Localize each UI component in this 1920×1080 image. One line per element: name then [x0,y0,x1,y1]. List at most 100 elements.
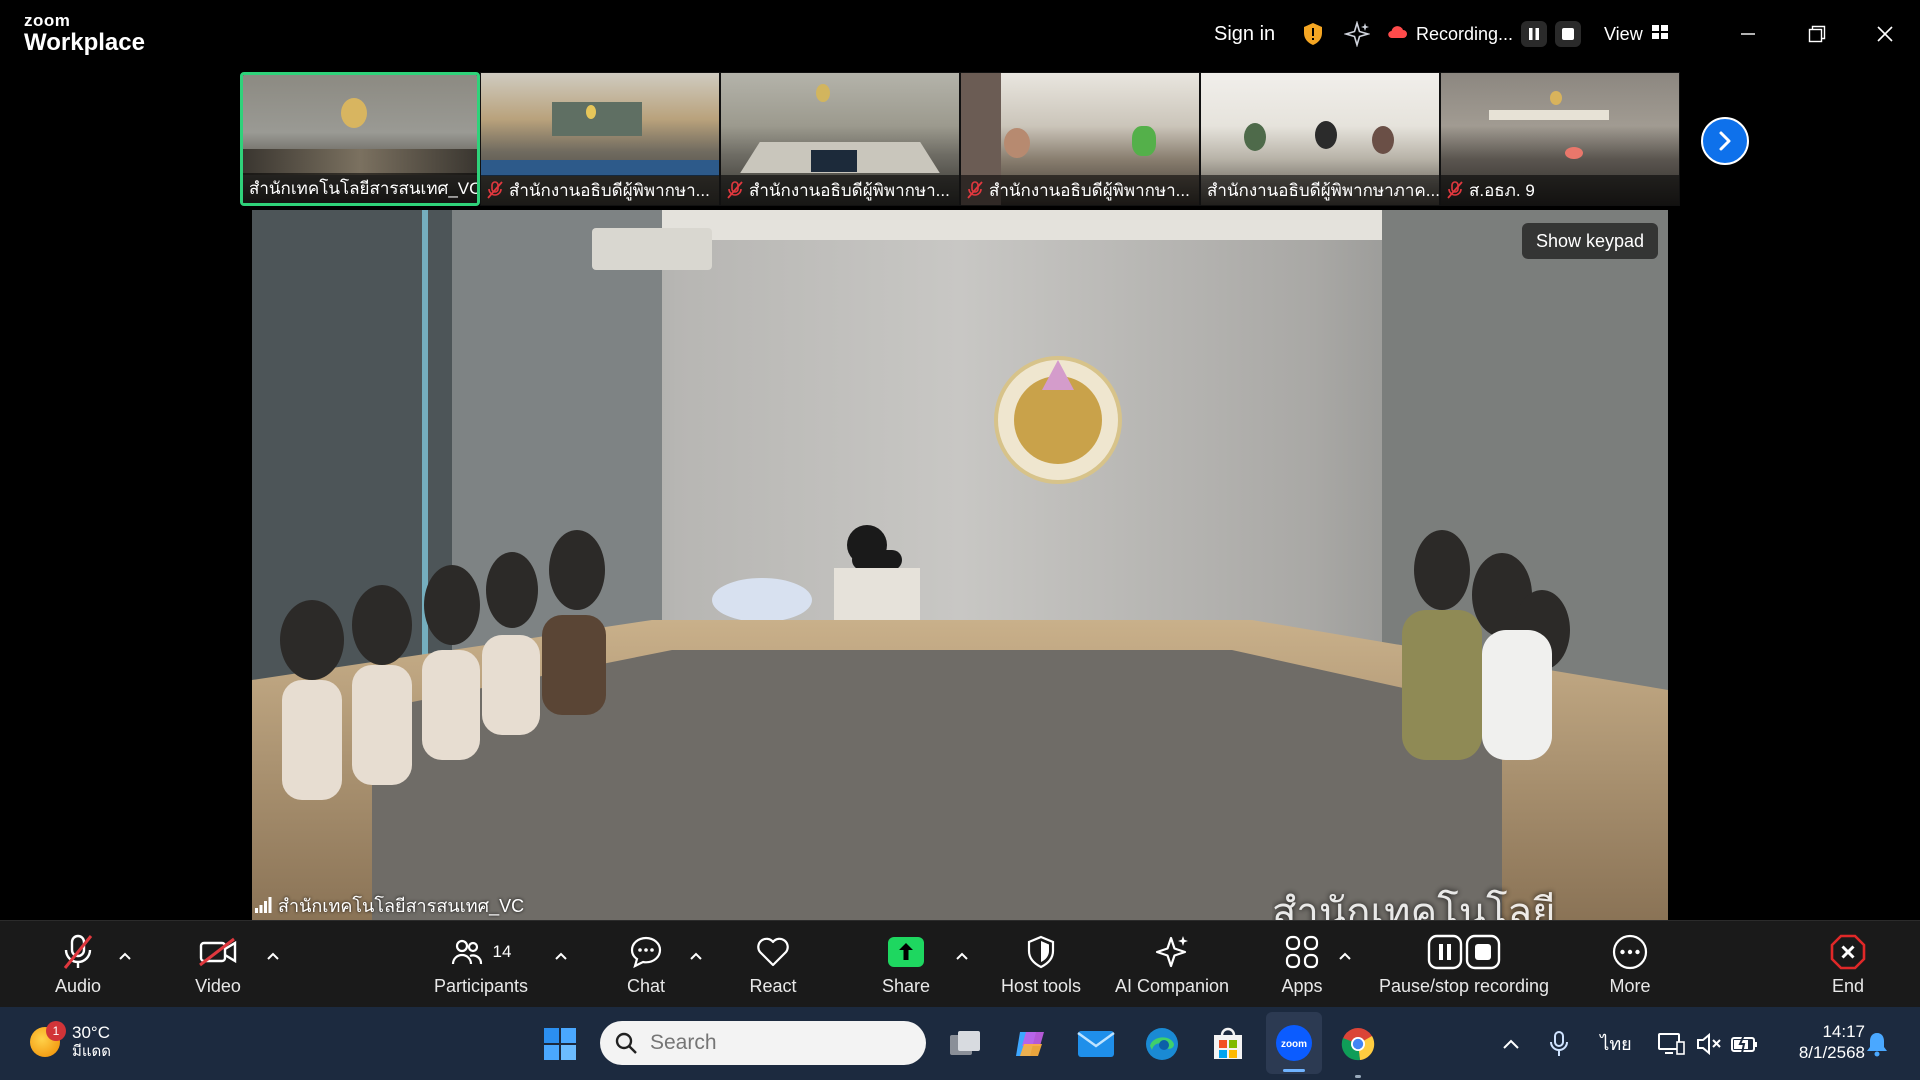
end-button[interactable]: End [1808,921,1888,1008]
video-overlay-text: สำนักเทคโนโลยี [1272,891,1556,920]
muted-mic-icon [727,181,743,199]
network-tray-button[interactable] [1656,1007,1686,1080]
store-button[interactable] [1206,1007,1250,1080]
participant-filmstrip: สำนักเทคโนโลยีสารสนเทศ_VC สำนักงานอธิบดี… [240,72,1680,206]
mail-icon [1077,1030,1115,1057]
chat-button[interactable]: Chat [606,921,686,1008]
zoom-window: zoom Workplace Sign in Recording... View [0,0,1920,1080]
participants-group: 14 [451,932,512,972]
notifications-button[interactable] [1862,1007,1892,1080]
chat-options-caret[interactable] [687,947,705,965]
host-tools-button[interactable]: Host tools [996,921,1086,1008]
react-button[interactable]: React [733,921,813,1008]
video-off-icon [198,932,238,972]
audio-button[interactable]: Audio [38,921,118,1008]
volume-tray-button[interactable] [1694,1007,1724,1080]
video-tile[interactable]: สำนักงานอธิบดีผู้พิพากษาภาค... [1200,72,1440,206]
speaker-name: สำนักเทคโนโลยีสารสนเทศ_VC [278,895,525,916]
ai-companion-button[interactable]: AI Companion [1110,921,1234,1008]
zoom-workplace-logo: zoom Workplace [24,12,145,55]
video-button[interactable]: Video [178,921,258,1008]
share-button[interactable]: Share [866,921,946,1008]
video-tile[interactable]: สำนักงานอธิบดีผู้พิพากษา... [720,72,960,206]
weather-badge: 1 [46,1021,66,1042]
meeting-room-scene [252,210,1668,920]
taskbar-clock[interactable]: 14:17 8/1/2568 [1775,1021,1865,1064]
chat-icon [629,932,663,972]
participants-count: 14 [492,942,512,961]
edge-button[interactable] [1140,1007,1184,1080]
meeting-controls: Audio Video 14 Participants Chat React S… [0,920,1920,1007]
participants-button[interactable]: 14 Participants [426,921,536,1008]
video-tile[interactable]: สำนักงานอธิบดีผู้พิพากษา... [480,72,720,206]
zoom-app-icon: zoom [1276,1025,1312,1061]
chevron-up-icon [1503,1039,1519,1049]
active-app-indicator [1283,1069,1305,1072]
microphone-tray-button[interactable] [1544,1007,1574,1080]
edge-browser-icon [1146,1027,1178,1060]
muted-mic-icon [967,181,983,199]
restore-button[interactable] [1799,16,1835,52]
battery-tray-button[interactable] [1730,1007,1760,1080]
react-label: React [749,976,797,996]
copilot-button[interactable] [1008,1007,1052,1080]
pause-stop-recording-button[interactable]: Pause/stop recording [1370,921,1558,1008]
sign-in-link[interactable]: Sign in [1214,18,1275,50]
ai-companion-label: AI Companion [1114,976,1230,996]
apps-options-caret[interactable] [1336,947,1354,965]
video-tile[interactable]: ส.อธภ. 9 [1440,72,1680,206]
more-button[interactable]: More [1590,921,1670,1008]
pause-stop-recording-icon [1427,932,1501,972]
stop-recording-button[interactable] [1555,21,1582,47]
tile-name-bar: สำนักงานอธิบดีผู้พิพากษา... [961,175,1199,205]
more-label: More [1609,976,1651,996]
recording-label: Recording... [1416,23,1514,44]
search-input[interactable] [650,1031,890,1055]
video-label: Video [195,976,241,996]
muted-mic-icon [487,181,503,199]
ai-sparkle-icon[interactable] [1344,18,1370,50]
speaker-muted-icon [1697,1032,1721,1055]
microphone-icon [1550,1030,1568,1056]
participant-name: สำนักงานอธิบดีผู้พิพากษา... [509,180,710,200]
clock-date: 8/1/2568 [1798,1043,1865,1063]
video-options-caret[interactable] [264,947,282,965]
video-tile[interactable]: สำนักงานอธิบดีผู้พิพากษา... [960,72,1200,206]
view-button[interactable]: View [1604,18,1669,50]
audio-options-caret[interactable] [116,947,134,965]
running-app-indicator [1355,1075,1361,1078]
close-button[interactable] [1867,16,1903,52]
apps-label: Apps [1281,976,1323,996]
show-hidden-icons-button[interactable] [1496,1007,1526,1080]
heart-icon [755,932,791,972]
battery-charging-icon [1731,1034,1757,1053]
signal-strength-icon [255,897,272,913]
pause-recording-button[interactable] [1521,21,1548,47]
share-options-caret[interactable] [953,947,971,965]
chevron-right-icon [1719,131,1731,151]
chat-label: Chat [626,976,666,996]
title-bar: zoom Workplace Sign in Recording... View [0,0,1920,68]
weather-condition: มีแดด [72,1043,112,1061]
next-page-button[interactable] [1701,117,1749,165]
mail-button[interactable] [1074,1007,1118,1080]
participants-options-caret[interactable] [552,947,570,965]
chrome-button[interactable] [1336,1007,1380,1080]
weather-widget[interactable]: 1 30°C มีแดด [30,1021,112,1061]
zoom-taskbar-button[interactable]: zoom [1266,1012,1322,1074]
apps-button[interactable]: Apps [1262,921,1342,1008]
svg-text:zoom: zoom [1281,1039,1307,1050]
logo-brand-top: zoom [24,11,71,30]
participant-name: สำนักงานอธิบดีผู้พิพากษาภาค... [1207,180,1439,200]
minimize-button[interactable] [1730,16,1766,52]
windows-start-icon [544,1027,576,1060]
show-keypad-button[interactable]: Show keypad [1522,223,1659,259]
start-button[interactable] [538,1007,582,1080]
task-view-button[interactable] [944,1007,988,1080]
video-tile[interactable]: สำนักเทคโนโลยีสารสนเทศ_VC [240,72,480,206]
active-speaker-video[interactable] [252,210,1668,920]
task-view-icon [950,1030,980,1055]
taskbar-search[interactable] [600,1021,926,1065]
language-indicator[interactable]: ไทย [1596,1007,1636,1080]
security-shield-icon[interactable] [1302,18,1324,50]
